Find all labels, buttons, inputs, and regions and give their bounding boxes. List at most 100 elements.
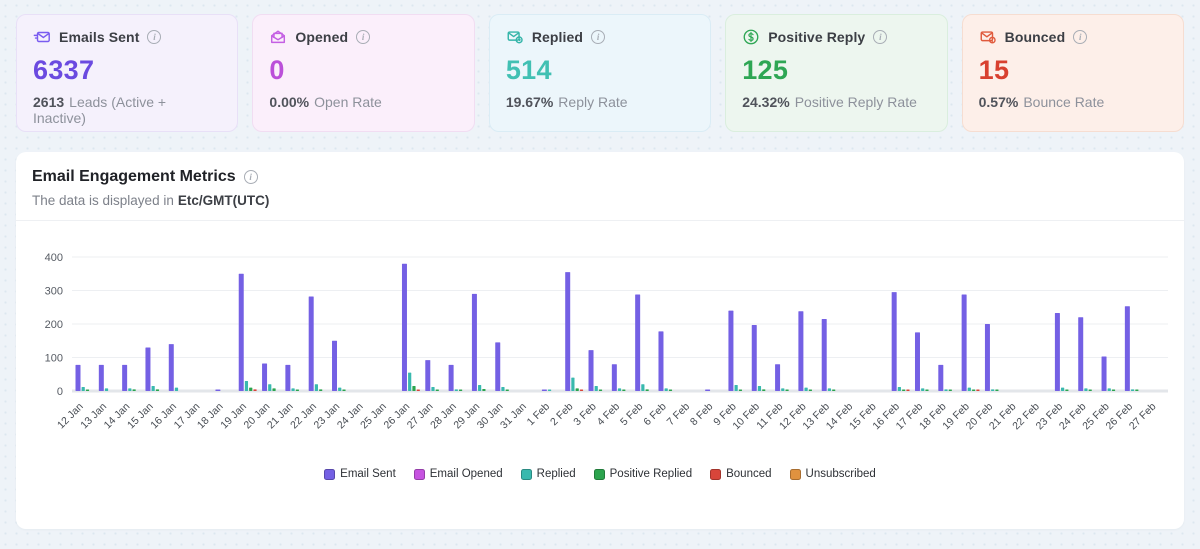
bar-positive-replied[interactable] bbox=[948, 389, 952, 392]
bar-replied[interactable] bbox=[478, 384, 482, 391]
bar-replied[interactable] bbox=[1084, 388, 1088, 391]
bar-replied[interactable] bbox=[1061, 387, 1065, 391]
bar-replied[interactable] bbox=[757, 385, 762, 391]
bar-email-sent[interactable] bbox=[984, 324, 990, 391]
bar-email-sent[interactable] bbox=[98, 364, 104, 391]
bar-positive-replied[interactable] bbox=[435, 389, 439, 392]
bar-email-sent[interactable] bbox=[471, 293, 477, 391]
bar-email-sent[interactable] bbox=[821, 318, 827, 391]
bar-email-sent[interactable] bbox=[775, 364, 781, 391]
bar-replied[interactable] bbox=[594, 385, 598, 391]
bar-positive-replied[interactable] bbox=[622, 389, 626, 392]
bar-positive-replied[interactable] bbox=[738, 389, 743, 392]
bar-replied[interactable] bbox=[1130, 389, 1135, 391]
bar-replied[interactable] bbox=[734, 384, 738, 391]
bar-replied[interactable] bbox=[431, 386, 435, 391]
bar-email-sent[interactable] bbox=[1054, 312, 1060, 391]
bar-email-sent[interactable] bbox=[332, 340, 338, 391]
bar-bounced[interactable] bbox=[253, 389, 257, 391]
bar-positive-replied[interactable] bbox=[645, 389, 649, 391]
bar-replied[interactable] bbox=[291, 388, 295, 391]
bar-email-sent[interactable] bbox=[565, 272, 571, 391]
legend-item-positive-replied[interactable]: Positive Replied bbox=[593, 468, 692, 480]
bar-email-sent[interactable] bbox=[215, 389, 221, 392]
bar-positive-replied[interactable] bbox=[459, 389, 463, 392]
bar-replied[interactable] bbox=[268, 384, 272, 391]
bar-email-sent[interactable] bbox=[961, 294, 967, 391]
info-icon[interactable]: i bbox=[1073, 30, 1088, 44]
bar-email-sent[interactable] bbox=[658, 331, 664, 391]
info-icon[interactable]: i bbox=[356, 30, 371, 44]
bar-positive-replied[interactable] bbox=[272, 388, 276, 391]
bar-email-sent[interactable] bbox=[448, 364, 454, 391]
bar-positive-replied[interactable] bbox=[785, 389, 789, 392]
bar-email-sent[interactable] bbox=[145, 347, 151, 391]
bar-replied[interactable] bbox=[991, 389, 995, 391]
bar-positive-replied[interactable] bbox=[902, 389, 906, 392]
bar-email-sent[interactable] bbox=[401, 263, 407, 391]
info-icon[interactable]: i bbox=[873, 30, 888, 44]
bar-email-sent[interactable] bbox=[1101, 356, 1107, 391]
bar-positive-replied[interactable] bbox=[412, 385, 416, 391]
bar-replied[interactable] bbox=[781, 388, 785, 391]
bar-email-sent[interactable] bbox=[75, 364, 81, 391]
bar-email-sent[interactable] bbox=[891, 292, 897, 391]
bar-positive-replied[interactable] bbox=[295, 389, 299, 392]
bar-replied[interactable] bbox=[408, 372, 412, 391]
info-icon[interactable]: i bbox=[147, 30, 162, 44]
bar-positive-replied[interactable] bbox=[808, 389, 812, 392]
bar-replied[interactable] bbox=[827, 388, 832, 391]
bar-positive-replied[interactable] bbox=[155, 389, 160, 391]
bar-email-sent[interactable] bbox=[122, 364, 128, 391]
bar-positive-replied[interactable] bbox=[598, 389, 603, 392]
bar-replied[interactable] bbox=[104, 388, 109, 391]
bar-replied[interactable] bbox=[897, 386, 901, 391]
bar-email-sent[interactable] bbox=[728, 310, 734, 391]
bar-replied[interactable] bbox=[967, 387, 971, 391]
bar-email-sent[interactable] bbox=[705, 389, 711, 392]
bar-positive-replied[interactable] bbox=[1088, 389, 1092, 392]
bar-replied[interactable] bbox=[81, 386, 85, 391]
info-icon[interactable]: i bbox=[243, 170, 258, 184]
bar-email-sent[interactable] bbox=[635, 294, 641, 391]
legend-item-email-sent[interactable]: Email Sent bbox=[324, 468, 396, 480]
bar-bounced[interactable] bbox=[579, 389, 584, 392]
bar-bounced[interactable] bbox=[976, 389, 980, 392]
bar-positive-replied[interactable] bbox=[925, 389, 929, 392]
bar-positive-replied[interactable] bbox=[762, 389, 766, 391]
bar-positive-replied[interactable] bbox=[342, 389, 346, 392]
bar-replied[interactable] bbox=[128, 388, 132, 391]
legend-item-email-opened[interactable]: Email Opened bbox=[413, 468, 503, 480]
bar-bounced[interactable] bbox=[416, 389, 420, 392]
bar-positive-replied[interactable] bbox=[1135, 389, 1139, 392]
bar-replied[interactable] bbox=[804, 387, 808, 391]
bar-replied[interactable] bbox=[338, 387, 342, 391]
bar-email-sent[interactable] bbox=[308, 296, 314, 391]
bar-email-sent[interactable] bbox=[541, 389, 547, 392]
bar-replied[interactable] bbox=[244, 380, 249, 391]
bar-replied[interactable] bbox=[617, 388, 622, 391]
bar-replied[interactable] bbox=[1107, 388, 1111, 391]
legend-item-replied[interactable]: Replied bbox=[520, 468, 576, 480]
bar-email-sent[interactable] bbox=[1124, 306, 1130, 391]
bar-email-sent[interactable] bbox=[262, 363, 268, 391]
bar-email-sent[interactable] bbox=[914, 332, 920, 391]
bar-replied[interactable] bbox=[921, 388, 925, 391]
bar-chart-canvas[interactable]: 010020030040012 Jan13 Jan14 Jan15 Jan16 … bbox=[22, 245, 1180, 453]
bar-email-sent[interactable] bbox=[238, 273, 244, 391]
bar-email-sent[interactable] bbox=[751, 325, 757, 391]
bar-replied[interactable] bbox=[174, 387, 179, 391]
bar-email-sent[interactable] bbox=[285, 364, 291, 391]
bar-positive-replied[interactable] bbox=[668, 389, 673, 392]
bar-positive-replied[interactable] bbox=[319, 389, 323, 391]
bar-replied[interactable] bbox=[571, 377, 575, 391]
bar-email-sent[interactable] bbox=[588, 350, 594, 391]
bar-email-sent[interactable] bbox=[495, 342, 501, 391]
bar-email-sent[interactable] bbox=[1078, 317, 1084, 391]
bar-replied[interactable] bbox=[151, 385, 155, 391]
bar-positive-replied[interactable] bbox=[132, 389, 136, 391]
bar-email-sent[interactable] bbox=[938, 364, 944, 391]
bar-positive-replied[interactable] bbox=[995, 389, 999, 392]
bar-replied[interactable] bbox=[641, 384, 645, 391]
bar-positive-replied[interactable] bbox=[85, 389, 90, 392]
